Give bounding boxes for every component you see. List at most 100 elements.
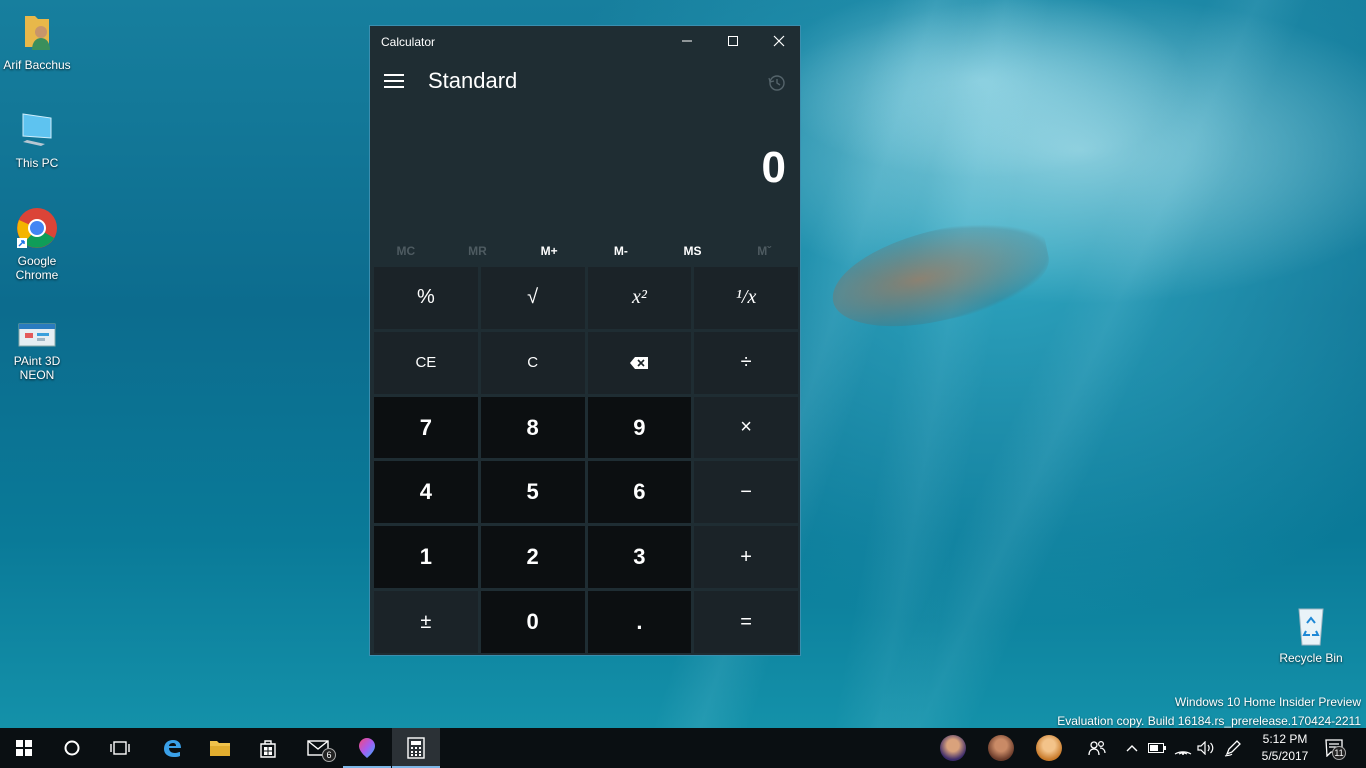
taskbar-calculator[interactable] bbox=[392, 728, 440, 768]
clock-time: 5:12 PM bbox=[1262, 732, 1308, 746]
desktop-icon-label: This PC bbox=[15, 156, 59, 170]
calculator-icon bbox=[407, 737, 425, 759]
memory-add-button[interactable]: M+ bbox=[513, 236, 585, 266]
computer-icon bbox=[15, 108, 59, 152]
volume-indicator[interactable] bbox=[1195, 728, 1217, 768]
pen-workspace-button[interactable] bbox=[1221, 728, 1245, 768]
desktop-icon-paint3d[interactable]: PAint 3D NEON bbox=[0, 318, 74, 382]
display-value: 0 bbox=[761, 143, 786, 192]
edge-icon bbox=[164, 740, 181, 757]
multiply-button[interactable]: × bbox=[694, 396, 798, 459]
taskbar-mail[interactable]: 6 bbox=[294, 728, 342, 768]
people-icon bbox=[1088, 740, 1106, 756]
desktop-icon-label: Google Chrome bbox=[15, 254, 59, 282]
taskbar: 6 5:12 PM 5/5/2017 11 bbox=[0, 728, 1366, 768]
contact-avatar[interactable] bbox=[940, 735, 966, 761]
windows-icon bbox=[16, 740, 32, 756]
desktop-icon-recycle-bin[interactable]: Recycle Bin bbox=[1274, 603, 1348, 665]
chrome-icon bbox=[15, 206, 59, 250]
taskbar-file-explorer[interactable] bbox=[196, 728, 244, 768]
reciprocal-button[interactable]: ¹/x bbox=[694, 267, 798, 329]
history-icon[interactable] bbox=[768, 74, 786, 97]
digit-0-button[interactable]: 0 bbox=[480, 591, 585, 653]
digit-5-button[interactable]: 5 bbox=[480, 461, 585, 524]
task-view-button[interactable] bbox=[96, 728, 144, 768]
notification-badge: 11 bbox=[1332, 746, 1346, 760]
digit-9-button[interactable]: 9 bbox=[587, 396, 692, 459]
start-button[interactable] bbox=[0, 728, 48, 768]
clear-button[interactable]: C bbox=[480, 331, 585, 394]
folder-icon bbox=[210, 741, 230, 756]
memory-recall-button[interactable]: MR bbox=[442, 236, 514, 266]
calculator-window: Calculator Standard 0 MC MR M+ M- MS Mˇ bbox=[369, 25, 801, 656]
task-view-icon bbox=[110, 741, 130, 755]
maximize-icon bbox=[728, 36, 738, 46]
clock-date: 5/5/2017 bbox=[1261, 749, 1309, 763]
show-hidden-icons-button[interactable] bbox=[1122, 728, 1142, 768]
memory-store-button[interactable]: MS bbox=[657, 236, 729, 266]
speaker-icon bbox=[1197, 741, 1214, 755]
cortana-circle-icon bbox=[64, 740, 80, 756]
memory-list-button[interactable]: Mˇ bbox=[728, 236, 800, 266]
desktop-icon-label: PAint 3D NEON bbox=[13, 354, 61, 382]
memory-row: MC MR M+ M- MS Mˇ bbox=[370, 236, 800, 266]
cortana-button[interactable] bbox=[48, 728, 96, 768]
square-root-button[interactable]: √ bbox=[480, 267, 585, 329]
square-button[interactable]: x² bbox=[587, 267, 692, 329]
memory-subtract-button[interactable]: M- bbox=[585, 236, 657, 266]
calculator-header: Standard bbox=[370, 56, 800, 106]
wifi-icon bbox=[1174, 751, 1192, 755]
mail-badge: 6 bbox=[322, 748, 336, 762]
contact-avatar[interactable] bbox=[1036, 735, 1062, 761]
clear-entry-button[interactable]: CE bbox=[374, 331, 478, 394]
people-button[interactable] bbox=[1084, 728, 1110, 768]
battery-icon bbox=[1148, 743, 1166, 753]
digit-4-button[interactable]: 4 bbox=[374, 461, 478, 524]
digit-8-button[interactable]: 8 bbox=[480, 396, 585, 459]
digit-1-button[interactable]: 1 bbox=[374, 526, 478, 589]
store-icon bbox=[260, 740, 276, 758]
close-button[interactable] bbox=[756, 26, 802, 56]
menu-icon[interactable] bbox=[384, 74, 404, 88]
close-icon bbox=[773, 35, 785, 47]
chevron-up-icon bbox=[1126, 745, 1138, 752]
minimize-icon bbox=[682, 40, 692, 42]
backspace-icon bbox=[630, 356, 649, 369]
taskbar-paint3d[interactable] bbox=[343, 728, 391, 768]
recycle-bin-icon bbox=[1289, 603, 1333, 647]
battery-indicator[interactable] bbox=[1146, 728, 1168, 768]
divide-button[interactable]: ÷ bbox=[694, 331, 798, 394]
paint3d-icon bbox=[15, 318, 59, 350]
network-indicator[interactable] bbox=[1172, 728, 1194, 768]
paint3d-drop-icon bbox=[359, 738, 375, 758]
backspace-button[interactable] bbox=[587, 331, 692, 394]
percent-button[interactable]: % bbox=[374, 267, 478, 329]
taskbar-edge[interactable] bbox=[148, 728, 196, 768]
keypad: % √ x² ¹/x CE C ÷ 7 8 9 × 4 5 6 − 1 2 3 … bbox=[374, 267, 798, 653]
subtract-button[interactable]: − bbox=[694, 461, 798, 524]
taskbar-store[interactable] bbox=[244, 728, 292, 768]
decimal-button[interactable]: . bbox=[587, 591, 692, 653]
equals-button[interactable]: = bbox=[694, 591, 798, 653]
desktop-icon-this-pc[interactable]: This PC bbox=[0, 108, 74, 170]
memory-clear-button[interactable]: MC bbox=[370, 236, 442, 266]
digit-7-button[interactable]: 7 bbox=[374, 396, 478, 459]
desktop-icon-chrome[interactable]: Google Chrome bbox=[0, 206, 74, 282]
desktop-icon-user-folder[interactable]: Arif Bacchus bbox=[0, 10, 74, 72]
contact-avatar[interactable] bbox=[988, 735, 1014, 761]
maximize-button[interactable] bbox=[710, 26, 756, 56]
user-folder-icon bbox=[15, 10, 59, 54]
desktop-icon-label: Recycle Bin bbox=[1279, 651, 1343, 665]
negate-button[interactable]: ± bbox=[374, 591, 478, 653]
wallpaper-mermaid bbox=[823, 208, 1057, 342]
title-bar[interactable]: Calculator bbox=[370, 26, 800, 56]
digit-3-button[interactable]: 3 bbox=[587, 526, 692, 589]
minimize-button[interactable] bbox=[664, 26, 710, 56]
digit-6-button[interactable]: 6 bbox=[587, 461, 692, 524]
mode-title: Standard bbox=[428, 68, 518, 93]
digit-2-button[interactable]: 2 bbox=[480, 526, 585, 589]
result-display: 0 bbox=[370, 106, 800, 246]
system-clock[interactable]: 5:12 PM 5/5/2017 bbox=[1252, 731, 1318, 765]
action-center-button[interactable]: 11 bbox=[1320, 728, 1350, 768]
add-button[interactable]: + bbox=[694, 526, 798, 589]
